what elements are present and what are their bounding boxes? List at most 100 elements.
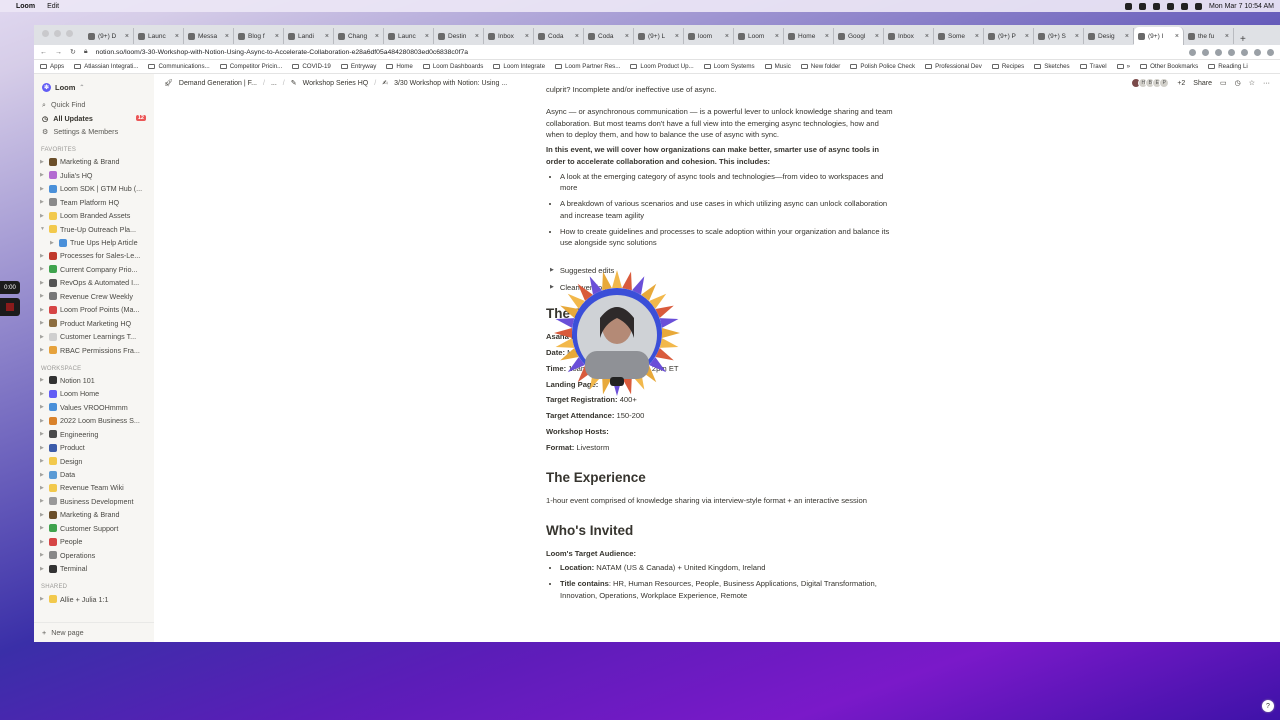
extension-icon[interactable] <box>1215 48 1222 56</box>
bookmark-item[interactable]: Polish Police Check <box>850 63 915 70</box>
avatar-overflow-count[interactable]: +2 <box>1177 80 1185 87</box>
close-tab-icon[interactable]: × <box>1125 33 1129 40</box>
history-icon[interactable]: ◷ <box>1235 79 1241 87</box>
share-button[interactable]: Share <box>1193 80 1212 87</box>
close-tab-icon[interactable]: × <box>525 33 529 40</box>
sidebar-page-item[interactable]: ▶ Design <box>34 454 154 467</box>
expand-toggle-icon[interactable]: ▼ <box>40 226 46 232</box>
quick-find[interactable]: ⌕ Quick Find <box>34 98 154 111</box>
expand-toggle-icon[interactable]: ▶ <box>40 404 46 410</box>
close-tab-icon[interactable]: × <box>625 33 629 40</box>
bookmark-item[interactable]: Atlassian Integrati... <box>74 63 138 70</box>
close-tab-icon[interactable]: × <box>175 33 179 40</box>
sidebar-page-item[interactable]: ▶ RevOps & Automated I... <box>34 276 154 289</box>
breadcrumb-current[interactable]: 3/30 Workshop with Notion: Using ... <box>394 80 507 87</box>
expand-toggle-icon[interactable]: ▶ <box>40 485 46 491</box>
expand-toggle-icon[interactable]: ▶ <box>40 172 46 178</box>
workspace-switcher[interactable]: ✻ Loom ⌃ <box>34 74 154 98</box>
bookmark-item[interactable]: New folder <box>800 63 840 70</box>
browser-tab[interactable]: Inbox × <box>884 28 934 44</box>
expand-toggle-icon[interactable]: ▶ <box>40 418 46 424</box>
extension-icon[interactable] <box>1189 48 1196 56</box>
expand-toggle-icon[interactable]: ▶ <box>40 266 46 272</box>
expand-toggle-icon[interactable]: ▶ <box>40 498 46 504</box>
expand-toggle-icon[interactable]: ▶ <box>40 566 46 572</box>
bookmark-item[interactable]: Travel <box>1079 63 1107 70</box>
status-icon[interactable] <box>1125 2 1133 10</box>
browser-tab[interactable]: Loom × <box>734 28 784 44</box>
zoom-window-button[interactable] <box>66 30 73 37</box>
bookmark-item[interactable]: Loom Partner Res... <box>555 63 620 70</box>
close-tab-icon[interactable]: × <box>1025 33 1029 40</box>
bookmark-item[interactable]: Loom Integrate <box>493 63 545 70</box>
expand-toggle-icon[interactable]: ▶ <box>40 445 46 451</box>
browser-tab[interactable]: the fu × <box>1184 28 1234 44</box>
new-page-button[interactable]: + New page <box>34 622 154 642</box>
expand-toggle-icon[interactable]: ▶ <box>40 186 46 192</box>
browser-tab[interactable]: Desig × <box>1084 28 1134 44</box>
sidebar-page-item[interactable]: ▶ Product <box>34 441 154 454</box>
expand-toggle-icon[interactable]: ▶ <box>40 280 46 286</box>
minimize-window-button[interactable] <box>54 30 61 37</box>
sidebar-page-item[interactable]: ▶ Marketing & Brand <box>34 155 154 168</box>
close-tab-icon[interactable]: × <box>1175 33 1179 40</box>
close-tab-icon[interactable]: × <box>125 33 129 40</box>
browser-tab[interactable]: (9+) L × <box>634 28 684 44</box>
expand-toggle-icon[interactable]: ▶ <box>40 199 46 205</box>
close-tab-icon[interactable]: × <box>875 33 879 40</box>
expand-toggle-icon[interactable]: ▶ <box>40 539 46 545</box>
browser-tab[interactable]: (9+) P × <box>984 28 1034 44</box>
settings-members[interactable]: ⚙ Settings & Members <box>34 125 154 138</box>
expand-toggle-icon[interactable]: ▶ <box>40 472 46 478</box>
close-tab-icon[interactable]: × <box>325 33 329 40</box>
close-tab-icon[interactable]: × <box>775 33 779 40</box>
browser-tab[interactable]: Googl × <box>834 28 884 44</box>
sidebar-page-item[interactable]: ▶ Loom SDK | GTM Hub (... <box>34 182 154 195</box>
bookmark-item[interactable]: Reading Li <box>1208 63 1248 70</box>
extension-icon[interactable] <box>1254 48 1261 56</box>
sidebar-page-item[interactable]: ▶ Values VROOHmmm <box>34 401 154 414</box>
expand-toggle-icon[interactable]: ▶ <box>40 253 46 259</box>
bookmark-item[interactable]: Sketches <box>1034 63 1070 70</box>
close-tab-icon[interactable]: × <box>975 33 979 40</box>
wifi-icon[interactable] <box>1181 2 1189 10</box>
breadcrumb-item[interactable]: Workshop Series HQ <box>303 80 369 87</box>
close-tab-icon[interactable]: × <box>1075 33 1079 40</box>
close-tab-icon[interactable]: × <box>425 33 429 40</box>
sidebar-page-item[interactable]: ▶ Revenue Crew Weekly <box>34 290 154 303</box>
browser-tab[interactable]: Coda × <box>584 28 634 44</box>
more-icon[interactable]: ··· <box>1263 80 1270 87</box>
status-icon[interactable] <box>1167 2 1175 10</box>
sidebar-page-item[interactable]: ▶ Engineering <box>34 427 154 440</box>
sidebar-page-item[interactable]: ▶ Business Development <box>34 495 154 508</box>
close-tab-icon[interactable]: × <box>275 33 279 40</box>
close-tab-icon[interactable]: × <box>375 33 379 40</box>
bookmark-item[interactable]: » <box>1116 63 1130 70</box>
browser-tab[interactable]: Inbox × <box>484 28 534 44</box>
sidebar-page-item[interactable]: ▶ Customer Support <box>34 522 154 535</box>
bookmark-item[interactable]: Loom Systems <box>703 63 755 70</box>
bookmark-item[interactable]: Other Bookmarks <box>1140 63 1198 70</box>
sidebar-page-item[interactable]: ▶ Customer Learnings T... <box>34 330 154 343</box>
status-icon[interactable] <box>1153 2 1161 10</box>
profile-avatar[interactable] <box>1267 48 1274 56</box>
sidebar-page-item[interactable]: ▶ Julia's HQ <box>34 169 154 182</box>
expand-toggle-icon[interactable]: ▶ <box>40 458 46 464</box>
browser-tab[interactable]: Launc × <box>134 28 184 44</box>
sidebar-page-item[interactable]: ▼ True-Up Outreach Pla... <box>34 222 154 235</box>
close-tab-icon[interactable]: × <box>1225 33 1229 40</box>
browser-tab[interactable]: Chang × <box>334 28 384 44</box>
extension-icon[interactable] <box>1241 48 1248 56</box>
sidebar-page-item[interactable]: ▶ Team Platform HQ <box>34 195 154 208</box>
expand-toggle-icon[interactable]: ▶ <box>40 347 46 353</box>
bookmark-item[interactable]: Competitor Pricin... <box>219 63 282 70</box>
bookmark-item[interactable]: COVID-19 <box>292 63 331 70</box>
forward-icon[interactable]: → <box>55 49 62 56</box>
favorite-star-icon[interactable]: ☆ <box>1249 79 1255 87</box>
browser-tab[interactable]: Destin × <box>434 28 484 44</box>
browser-tab[interactable]: (9+) D × <box>84 28 134 44</box>
sidebar-page-item[interactable]: ▶ Loom Branded Assets <box>34 209 154 222</box>
expand-toggle-icon[interactable]: ▶ <box>40 320 46 326</box>
expand-toggle-icon[interactable]: ▶ <box>50 240 56 246</box>
sidebar-page-item[interactable]: ▶ Revenue Team Wiki <box>34 481 154 494</box>
